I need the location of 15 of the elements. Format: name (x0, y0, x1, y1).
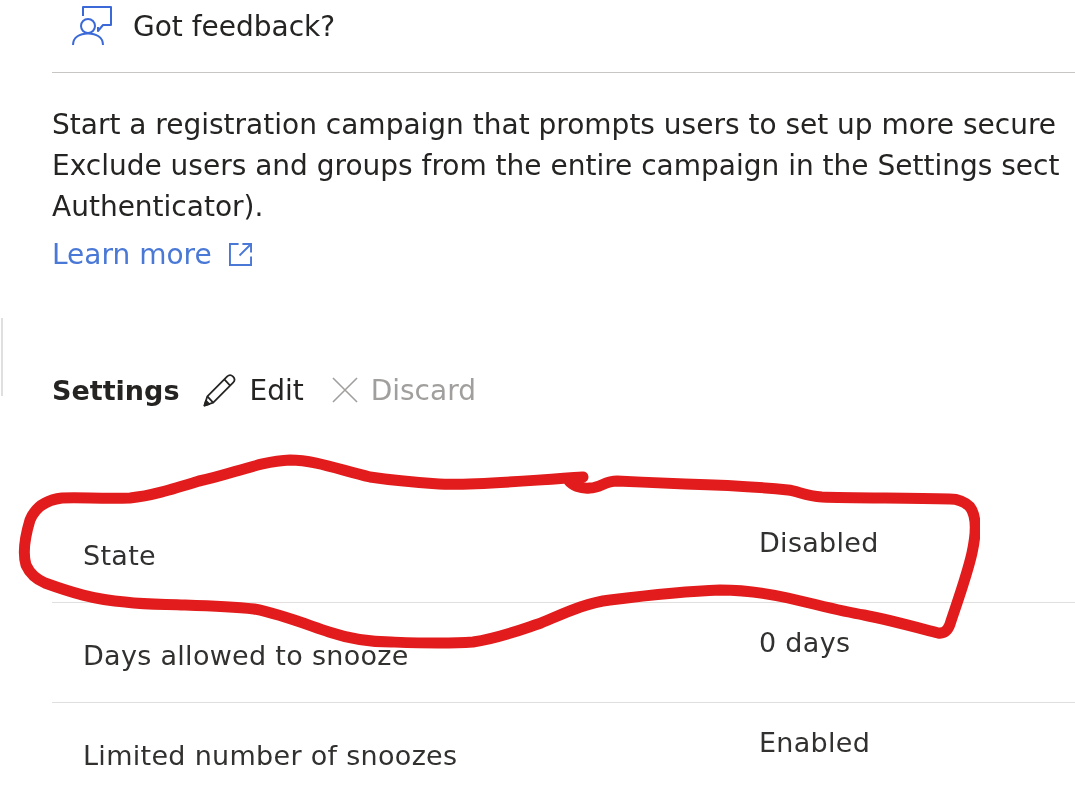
person-speech-bubble-icon (72, 6, 112, 46)
setting-label: Days allowed to snooze (83, 641, 409, 671)
feedback-button[interactable]: Got feedback? (72, 6, 336, 46)
learn-more-link[interactable]: Learn more (52, 234, 252, 275)
setting-value: Enabled (759, 728, 871, 758)
pencil-icon (203, 373, 237, 407)
setting-value: Disabled (759, 528, 879, 558)
setting-label: State (83, 541, 156, 571)
close-icon (331, 377, 358, 403)
setting-label: Limited number of snoozes (83, 741, 458, 771)
settings-title: Settings (52, 374, 180, 406)
edit-button[interactable]: Edit (203, 373, 304, 407)
external-link-icon (228, 243, 252, 266)
setting-value: 0 days (759, 628, 851, 658)
description-text: Start a registration campaign that prompts users to set up more secure Exclude users and groups from the entire campaign in the Settings sect Authenticator). (52, 107, 1060, 225)
